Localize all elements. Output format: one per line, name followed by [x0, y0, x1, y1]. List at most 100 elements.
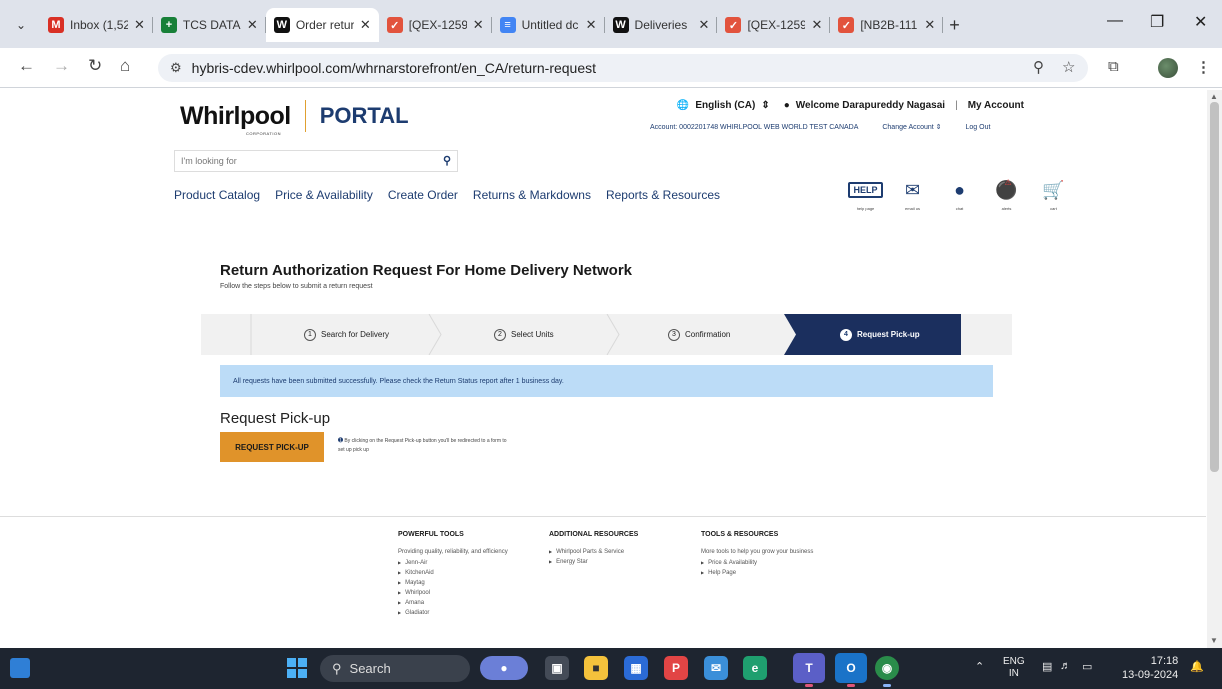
- mail-app-icon[interactable]: ✉: [704, 656, 728, 680]
- scrollbar-thumb[interactable]: [1210, 102, 1219, 472]
- tab-close-icon[interactable]: ✕: [924, 17, 935, 33]
- page-subtitle: Follow the steps below to submit a retur…: [220, 283, 373, 290]
- language-toggle-icon[interactable]: ⇕: [761, 100, 769, 111]
- volume-icon[interactable]: ♬: [1060, 660, 1071, 672]
- footer-link-kitchenaid[interactable]: KitchenAid: [398, 568, 513, 578]
- browser-tab[interactable]: ≡ Untitled dc ✕: [492, 8, 605, 42]
- email-us-link[interactable]: ✉ email us: [889, 178, 936, 212]
- close-window-icon[interactable]: ✕: [1194, 12, 1207, 32]
- tab-close-icon[interactable]: ✕: [134, 17, 145, 33]
- footer-link-help-page[interactable]: Help Page: [701, 568, 816, 578]
- footer-link-price-availability[interactable]: Price & Availability: [701, 558, 816, 568]
- nav-price-availability[interactable]: Price & Availability: [275, 188, 373, 202]
- chat-link[interactable]: ● chat: [936, 178, 983, 212]
- tab-favicon-icon: W: [612, 17, 629, 33]
- footer-link-maytag[interactable]: Maytag: [398, 578, 513, 588]
- home-icon[interactable]: ⌂: [120, 56, 130, 76]
- tab-search-icon[interactable]: ⌄: [8, 12, 34, 38]
- show-hidden-icons-chevron-icon[interactable]: ⌃: [975, 660, 984, 673]
- scroll-up-arrow-icon[interactable]: ▲: [1210, 92, 1218, 101]
- browser-tab[interactable]: + TCS DATA ✕: [153, 8, 266, 42]
- widgets-icon[interactable]: [10, 658, 30, 678]
- my-account-link[interactable]: My Account: [968, 100, 1024, 111]
- cart-link[interactable]: 🛒 cart: [1030, 178, 1077, 212]
- browser-menu-icon[interactable]: ⋮: [1196, 58, 1211, 76]
- footer-col-tools-resources: TOOLS & RESOURCES More tools to help you…: [701, 530, 816, 578]
- profile-avatar[interactable]: [1158, 58, 1178, 78]
- reload-icon[interactable]: ↻: [88, 56, 102, 76]
- utility-icons: HELP help page ✉ email us ● chat ⚫ ⚠ aler…: [842, 178, 1077, 211]
- extensions-icon[interactable]: ⧉: [1108, 58, 1119, 75]
- browser-tab[interactable]: ✓ [QEX-1259 ✕: [379, 8, 492, 42]
- start-button-icon[interactable]: [287, 658, 307, 678]
- file-explorer-icon[interactable]: ■: [584, 656, 608, 680]
- alerts-link[interactable]: ⚫ ⚠ alerts: [983, 178, 1030, 211]
- change-account-link[interactable]: Change Account ⇕: [882, 124, 941, 131]
- tab-close-icon[interactable]: ✕: [586, 17, 597, 33]
- footer-link-parts-service[interactable]: Whirlpool Parts & Service: [549, 547, 638, 557]
- footer-link-gladiator[interactable]: Gladiator: [398, 608, 513, 618]
- tab-close-icon[interactable]: ✕: [811, 17, 822, 33]
- cart-label: cart: [1050, 206, 1057, 211]
- step-number: 1: [304, 328, 316, 341]
- chrome-icon[interactable]: ◉: [875, 656, 899, 680]
- network-icon[interactable]: ▤: [1042, 660, 1052, 673]
- back-icon[interactable]: ←: [18, 56, 35, 76]
- teams-icon[interactable]: T: [793, 653, 825, 683]
- new-tab-icon[interactable]: +: [949, 8, 960, 42]
- tab-close-icon[interactable]: ✕: [699, 17, 710, 33]
- step-number: 3: [668, 328, 680, 341]
- copilot-icon[interactable]: ●: [480, 656, 528, 680]
- footer-link-jenn-air[interactable]: Jenn-Air: [398, 558, 513, 568]
- tab-title: Deliveries: [634, 18, 688, 32]
- help-page-link[interactable]: HELP help page: [842, 178, 889, 211]
- nav-create-order[interactable]: Create Order: [388, 188, 458, 202]
- site-info-icon[interactable]: ⚙: [170, 60, 182, 76]
- step-label: Request Pick-up: [857, 330, 920, 339]
- footer-link-energy-star[interactable]: Energy Star: [549, 557, 638, 567]
- page-scrollbar[interactable]: ▲ ▼: [1207, 90, 1222, 648]
- tab-close-icon[interactable]: ✕: [247, 17, 258, 33]
- taskbar-search[interactable]: ⚲ Search: [320, 655, 470, 682]
- edge-icon[interactable]: e: [743, 656, 767, 680]
- store-icon[interactable]: ▦: [624, 656, 648, 680]
- logout-link[interactable]: Log Out: [966, 124, 991, 131]
- tab-close-icon[interactable]: ✕: [473, 17, 484, 33]
- site-search-input[interactable]: I'm looking for ⚲: [174, 150, 458, 172]
- bookmark-star-icon[interactable]: ☆: [1062, 58, 1075, 76]
- nav-returns-markdowns[interactable]: Returns & Markdowns: [473, 188, 591, 202]
- app-p-icon[interactable]: P: [664, 656, 688, 680]
- search-icon[interactable]: ⚲: [443, 154, 451, 167]
- nav-product-catalog[interactable]: Product Catalog: [174, 188, 260, 202]
- tab-favicon-icon: +: [160, 17, 177, 33]
- language-indicator[interactable]: ENG IN: [1003, 656, 1025, 680]
- tab-close-icon[interactable]: ✕: [360, 17, 371, 33]
- whirlpool-portal-logo[interactable]: Whirlpool CORPORATION PORTAL: [180, 100, 409, 136]
- browser-tab[interactable]: ✓ [NB2B-111 ✕: [830, 8, 944, 42]
- forward-icon[interactable]: →: [53, 56, 70, 76]
- user-icon: ●: [783, 100, 790, 111]
- request-pickup-button[interactable]: REQUEST PICK-UP: [220, 432, 324, 462]
- nav-reports-resources[interactable]: Reports & Resources: [606, 188, 720, 202]
- notification-bell-icon[interactable]: 🔔: [1190, 660, 1204, 673]
- footer-link-amana[interactable]: Amana: [398, 598, 513, 608]
- logo-text: Whirlpool: [180, 101, 291, 130]
- task-view-icon[interactable]: ▣: [545, 656, 569, 680]
- browser-tab[interactable]: ✓ [QEX-1259 ✕: [717, 8, 831, 42]
- zoom-icon[interactable]: ⚲: [1033, 58, 1044, 76]
- restore-icon[interactable]: ❐: [1150, 12, 1164, 32]
- minimize-icon[interactable]: —: [1107, 12, 1123, 30]
- url-field[interactable]: ⚙ hybris-cdev.whirlpool.com/whrnarstoref…: [158, 54, 1088, 82]
- footer-col-powerful-tools: POWERFUL TOOLS Providing quality, reliab…: [398, 530, 513, 618]
- battery-icon[interactable]: ▭: [1082, 660, 1092, 673]
- scroll-down-arrow-icon[interactable]: ▼: [1210, 636, 1218, 645]
- account-info-line: Account: 0002201748 WHIRLPOOL WEB WORLD …: [650, 123, 1012, 131]
- language-select[interactable]: English (CA): [695, 100, 755, 111]
- browser-tab[interactable]: M Inbox (1,52 ✕: [40, 8, 153, 42]
- footer-link-whirlpool[interactable]: Whirlpool: [398, 588, 513, 598]
- globe-icon: 🌐: [676, 100, 690, 111]
- browser-tab[interactable]: W Deliveries ✕: [605, 8, 718, 42]
- system-clock[interactable]: 17:18 13-09-2024: [1122, 654, 1178, 682]
- browser-tab[interactable]: W Order retur ✕: [265, 8, 379, 42]
- outlook-icon[interactable]: O: [835, 653, 867, 683]
